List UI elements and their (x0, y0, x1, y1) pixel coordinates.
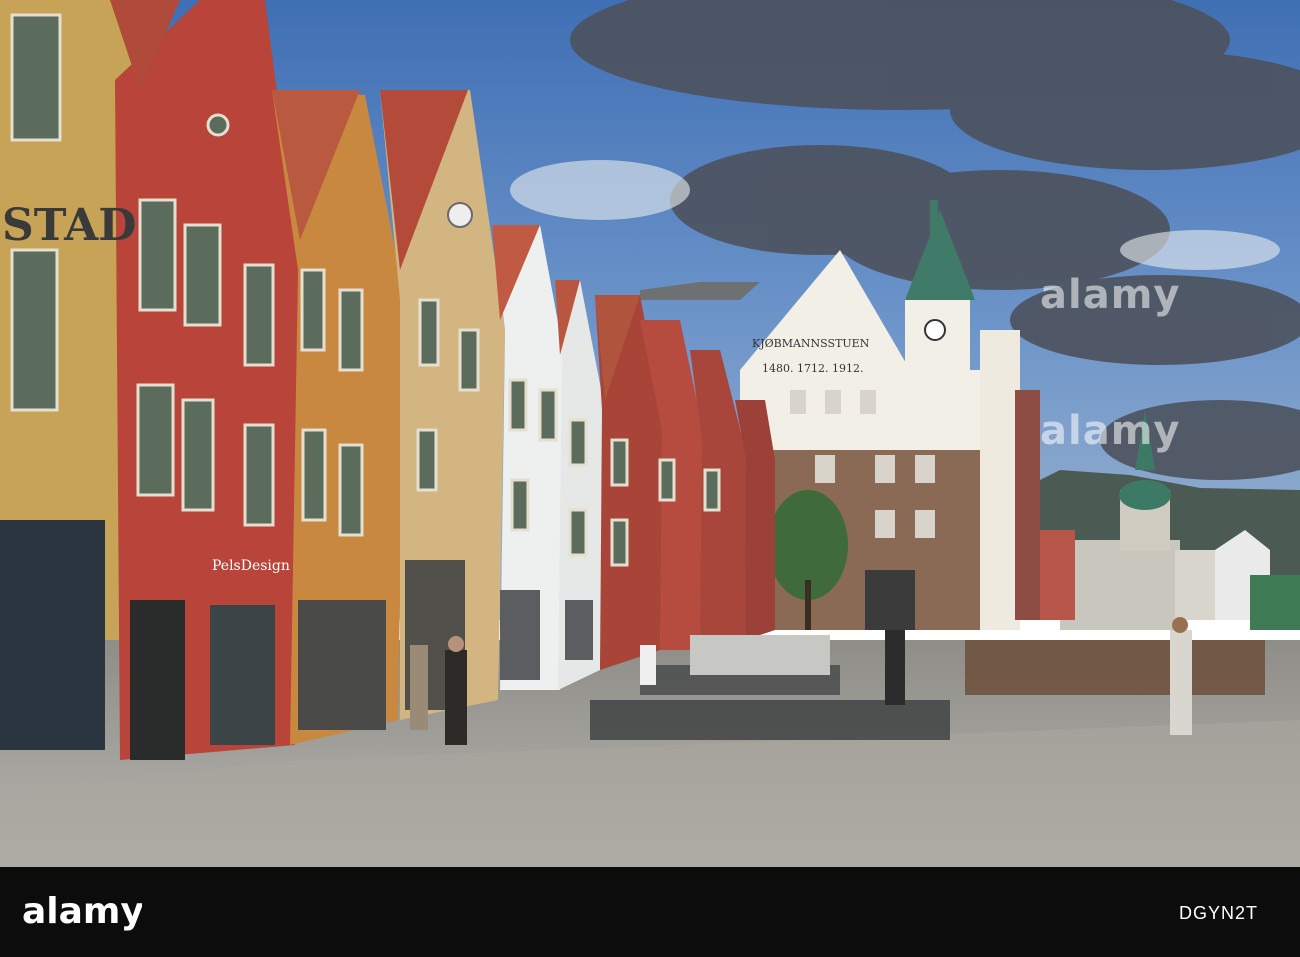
watermark-top: alamy (1040, 272, 1181, 318)
watermark-middle: alamy (1040, 408, 1181, 454)
kontor-years: 1480. 1712. 1912. (762, 362, 863, 375)
svg-text:alamy: alamy (22, 891, 142, 932)
image-id: DGYN2T (1178, 903, 1258, 923)
alamy-logo: alamy (22, 891, 142, 932)
kontor-sign: KJØBMANNSSTUEN (752, 337, 870, 350)
footer-bar: alamy DGYN2T (0, 867, 1300, 957)
stad-sign: STAD (2, 200, 136, 251)
pelsdesign-sign: PelsDesign (212, 558, 290, 574)
